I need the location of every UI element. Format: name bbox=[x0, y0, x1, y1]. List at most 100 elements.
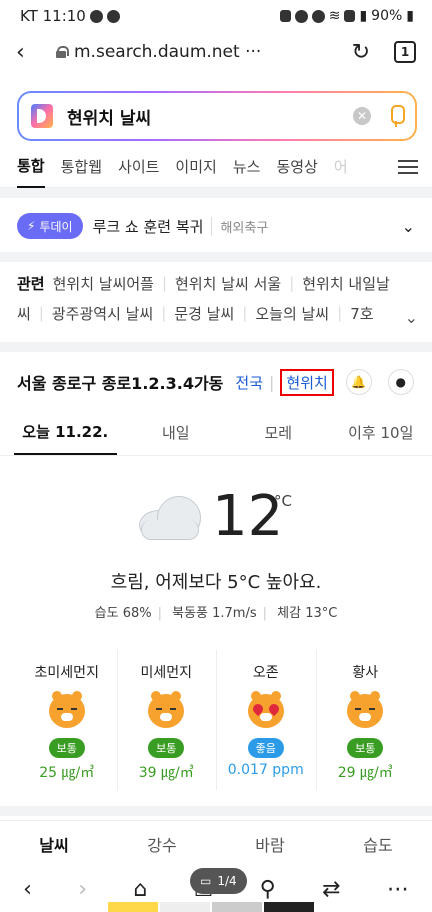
tab-thumbnails bbox=[108, 902, 328, 912]
face-icon bbox=[279, 10, 291, 22]
air-name: 황사 bbox=[352, 665, 379, 681]
related-item[interactable]: 씨 bbox=[17, 303, 31, 324]
signal-icon: ▮ bbox=[359, 8, 368, 24]
chat-bubble-icon[interactable]: ● bbox=[387, 369, 414, 395]
tab-tomorrow[interactable]: 내일 bbox=[125, 410, 228, 455]
tab-precipitation[interactable]: 강수 bbox=[108, 821, 216, 866]
cloud-icon bbox=[139, 496, 203, 540]
status-badge: 보통 bbox=[148, 738, 185, 758]
carrier-time: KT 11:10 bbox=[20, 7, 86, 25]
location-bar: 서울 종로구 종로1.2.3.4가동 전국 | 현위치 🔔 ● bbox=[0, 362, 432, 402]
national-link[interactable]: 전국 bbox=[235, 372, 263, 393]
today-badge-label: 투데이 bbox=[39, 219, 73, 234]
url-text[interactable]: m.search.daum.net ··· bbox=[74, 42, 261, 62]
clear-icon[interactable]: ✕ bbox=[353, 107, 371, 125]
tab-image[interactable]: 이미지 bbox=[175, 146, 216, 188]
tab-site[interactable]: 사이트 bbox=[118, 146, 159, 188]
related-item[interactable]: 문경 날씨 bbox=[174, 303, 234, 324]
tab-humidity[interactable]: 습도 bbox=[324, 821, 432, 866]
bell-icon[interactable]: 🔔 bbox=[345, 369, 372, 395]
today-category: 해외축구 bbox=[211, 216, 268, 236]
tab-thumbnail[interactable] bbox=[160, 902, 210, 912]
page-indicator[interactable]: ▭ 1/4 bbox=[190, 868, 247, 894]
divider bbox=[0, 806, 432, 816]
chevron-down-icon[interactable]: ⌄ bbox=[402, 217, 415, 236]
air-item-yellow-dust[interactable]: 황사 보통 29 ㎍/㎥ bbox=[315, 650, 416, 800]
battery-icon: ▮ bbox=[406, 8, 414, 24]
temperature-unit: °C bbox=[274, 492, 292, 510]
feels-like: 체감 13°C bbox=[277, 606, 338, 621]
lightning-icon: ⚡ bbox=[27, 219, 36, 233]
divider bbox=[0, 188, 432, 198]
air-item-pm10[interactable]: 미세먼지 보통 39 ㎍/㎥ bbox=[116, 650, 217, 800]
page-count: 1/4 bbox=[217, 874, 237, 888]
message-icon bbox=[106, 9, 120, 23]
current-location-link[interactable]: 현위치 bbox=[280, 368, 334, 396]
related-row: 관련 현위치 날씨어플 | 현위치 날씨 서울 | 현위치 내일날 bbox=[17, 273, 390, 294]
forward-icon[interactable]: › bbox=[78, 877, 87, 902]
filter-icon[interactable] bbox=[398, 156, 418, 176]
chat-icon bbox=[89, 9, 103, 23]
tab-video[interactable]: 동영상 bbox=[276, 146, 317, 188]
tab-web[interactable]: 통합웹 bbox=[61, 146, 102, 188]
tab-wind[interactable]: 바람 bbox=[216, 821, 324, 866]
air-value: 25 ㎍/㎥ bbox=[39, 765, 95, 781]
share-icon[interactable]: ⇄ bbox=[322, 877, 340, 902]
home-icon[interactable]: ⌂ bbox=[133, 877, 147, 902]
status-badge: 보통 bbox=[347, 738, 384, 758]
weather-stats: 습도 68% | 북동풍 1.7m/s | 체감 13°C bbox=[94, 606, 338, 621]
related-item[interactable]: 현위치 날씨어플 bbox=[53, 273, 154, 294]
air-item-ozone[interactable]: 오존 좋음 0.017 ppm bbox=[216, 650, 316, 800]
tab-more[interactable]: 어 bbox=[334, 146, 348, 188]
divider bbox=[0, 252, 432, 262]
related-item[interactable]: 7호 bbox=[350, 303, 373, 324]
air-name: 오존 bbox=[252, 665, 279, 681]
tab-news[interactable]: 뉴스 bbox=[233, 146, 261, 188]
lock-icon[interactable] bbox=[56, 46, 69, 58]
back-icon[interactable]: ‹ bbox=[23, 877, 32, 902]
search-box: 현위치 날씨 ✕ bbox=[17, 91, 417, 141]
today-badge: ⚡ 투데이 bbox=[17, 213, 83, 239]
tab-10-days[interactable]: 이후 10일 bbox=[330, 410, 432, 455]
tab-thumbnail[interactable] bbox=[212, 902, 262, 912]
air-name: 초미세먼지 bbox=[34, 665, 99, 681]
search-input[interactable]: 현위치 날씨 bbox=[67, 104, 151, 129]
wind: 북동풍 1.7m/s bbox=[172, 606, 257, 621]
ryan-love-face-icon bbox=[247, 691, 284, 728]
tab-all[interactable]: 통합 bbox=[17, 146, 45, 188]
related-item[interactable]: 오늘의 날씨 bbox=[255, 303, 329, 324]
tab-weather[interactable]: 날씨 bbox=[0, 821, 108, 866]
air-value: 0.017 ppm bbox=[227, 762, 304, 778]
tab-thumbnail[interactable] bbox=[108, 902, 158, 912]
tab-day-after[interactable]: 모레 bbox=[227, 410, 330, 455]
reload-icon[interactable]: ↻ bbox=[352, 40, 370, 65]
weather-summary: 12 °C 흐림, 어제보다 5°C 높아요. 습도 68% | 북동풍 1.7m… bbox=[0, 484, 432, 624]
status-bar: KT 11:10 ≋ ▮ 90% ▮ bbox=[0, 0, 432, 32]
ryan-face-icon bbox=[148, 691, 185, 728]
tab-today[interactable]: 오늘 11.22. bbox=[14, 410, 117, 455]
air-item-pm25[interactable]: 초미세먼지 보통 25 ㎍/㎥ bbox=[17, 650, 117, 800]
air-name: 미세먼지 bbox=[140, 665, 193, 681]
related-item[interactable]: 광주광역시 날씨 bbox=[52, 303, 153, 324]
today-title[interactable]: 루크 쇼 훈련 복귀 bbox=[93, 216, 204, 237]
day-tabs: 오늘 11.22. 내일 모레 이후 10일 bbox=[0, 410, 432, 456]
search-icon[interactable]: ⚲ bbox=[260, 877, 276, 902]
back-icon[interactable]: ‹ bbox=[16, 40, 40, 65]
mic-icon[interactable] bbox=[389, 105, 405, 127]
more-icon[interactable]: ⋯ bbox=[387, 877, 409, 902]
weather-description: 흐림, 어제보다 5°C 높아요. bbox=[110, 572, 322, 593]
tab-count-button[interactable]: 1 bbox=[394, 41, 416, 63]
daum-logo-icon[interactable] bbox=[31, 104, 53, 128]
related-item[interactable]: 현위치 내일날 bbox=[302, 273, 390, 294]
ryan-face-icon bbox=[347, 691, 384, 728]
related-item[interactable]: 현위치 날씨 서울 bbox=[175, 273, 281, 294]
hd-icon bbox=[344, 10, 356, 22]
tab-thumbnail[interactable] bbox=[264, 902, 314, 912]
status-badge: 좋음 bbox=[247, 738, 284, 758]
air-value: 29 ㎍/㎥ bbox=[337, 765, 393, 781]
chevron-down-icon[interactable]: ⌄ bbox=[405, 308, 418, 327]
weather-detail-tabs: 날씨 강수 바람 습도 bbox=[0, 820, 432, 866]
today-news[interactable]: ⚡ 투데이 루크 쇼 훈련 복귀 해외축구 ⌄ bbox=[0, 200, 432, 252]
battery-level: 90% bbox=[371, 8, 403, 24]
temperature: 12 bbox=[212, 484, 284, 549]
